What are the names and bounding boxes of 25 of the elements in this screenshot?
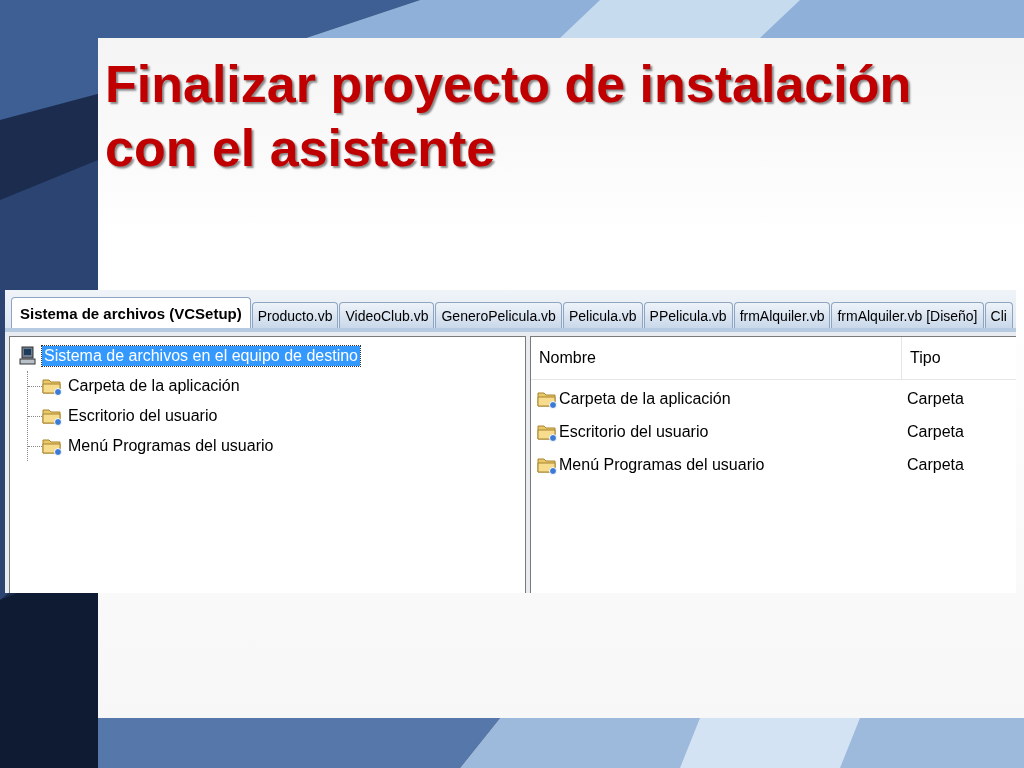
folder-icon [42,436,62,456]
slide-title: Finalizar proyecto de instalación con el asistente [104,54,913,179]
tab[interactable]: frmAlquiler.vb [Diseño] [831,302,984,328]
column-header[interactable]: Tipo [902,337,941,379]
tree-item[interactable]: Escritorio del usuario [42,401,220,431]
tab[interactable]: frmAlquiler.vb [733,302,831,328]
tree-item[interactable]: Menú Programas del usuario [42,431,276,461]
table-cell-text: Carpeta [906,389,964,408]
table-cell-text: Carpeta [906,455,964,474]
list-item[interactable]: Carpeta de la aplicación [531,388,899,409]
computer-icon [18,346,38,366]
tab[interactable]: VideoClub.vb [339,302,435,328]
folder-icon [42,376,62,396]
tab[interactable]: Producto.vb [251,302,339,328]
tab[interactable]: Cli [984,302,1013,328]
tree-item[interactable]: Carpeta de la aplicación [42,371,242,401]
tab[interactable]: PPelicula.vb [643,302,733,328]
column-header[interactable]: Nombre [531,337,902,379]
list-item[interactable]: Escritorio del usuario [531,421,899,442]
table-cell-text: Carpeta [906,422,964,441]
tab[interactable]: Sistema de archivos (VCSetup) [11,297,251,328]
tab[interactable]: GeneroPelicula.vb [435,302,562,328]
folder-icon [42,406,62,426]
list-item[interactable]: Menú Programas del usuario [531,454,899,475]
tab[interactable]: Pelicula.vb [562,302,643,328]
